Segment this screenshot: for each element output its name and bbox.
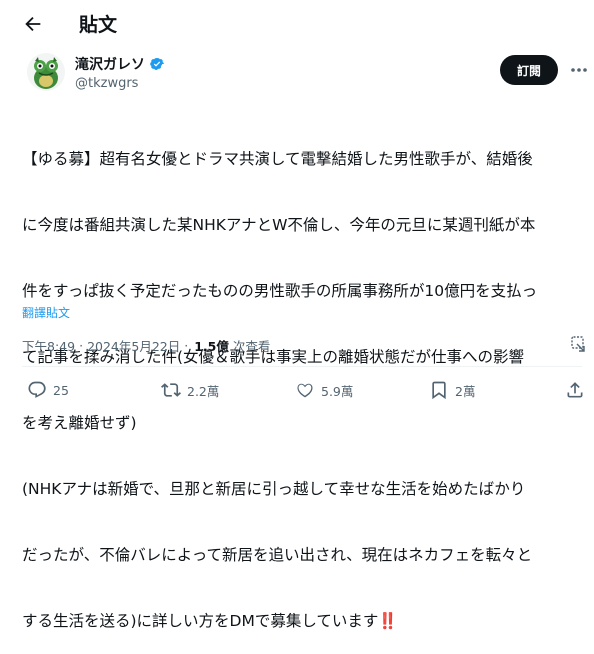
views-count: 1.5億: [194, 339, 229, 354]
meta-separator: ·: [79, 338, 84, 353]
bookmark-icon: [432, 381, 446, 400]
reply-count: 25: [53, 382, 69, 398]
post-meta: 下午8:49 · 2024年5月22日 · 1.5億 次查看: [22, 336, 270, 355]
post-time[interactable]: 下午8:49: [22, 336, 75, 355]
like-button[interactable]: 5.9萬: [295, 380, 353, 400]
translate-post-link[interactable]: 翻譯貼文: [22, 304, 70, 321]
author-name[interactable]: 滝沢ガレソ: [75, 54, 145, 74]
author-info: 滝沢ガレソ @tkzwgrs: [75, 54, 165, 91]
repost-count: 2.2萬: [187, 383, 220, 399]
repost-button[interactable]: 2.2萬: [161, 380, 219, 400]
author-handle[interactable]: @tkzwgrs: [75, 76, 165, 91]
avatar[interactable]: [27, 53, 65, 91]
subscribe-button[interactable]: 訂閱: [500, 55, 558, 85]
tweet-line: (NHKアナは新婚で、旦那と新居に引っ越して幸せな生活を始めたばかり: [22, 480, 526, 498]
tweet-line: 【ゆる募】超有名女優とドラマ共演して電撃結婚した男性歌手が、結婚後: [22, 150, 533, 168]
reply-icon: [28, 381, 46, 398]
repost-icon: [161, 383, 181, 397]
tweet-line: だったが、不倫バレによって新居を追い出され、現在はネカフェを転々と: [22, 546, 533, 564]
share-icon: [567, 382, 583, 398]
post-header: 貼文: [0, 0, 594, 48]
tweet-text: 【ゆる募】超有名女優とドラマ共演して電撃結婚した男性歌手が、結婚後 に今度は番組…: [22, 104, 582, 654]
reply-button[interactable]: 25: [27, 380, 69, 400]
tweet-line: に今度は番組共演した某NHKアナとW不倫し、今年の元旦に某週刊紙が本: [22, 216, 536, 234]
meta-separator: ·: [184, 338, 189, 353]
heart-icon: [297, 383, 313, 398]
bookmark-button[interactable]: 2萬: [429, 380, 475, 400]
tweet-line: する生活を送る)に詳しい方をDMで募集しています‼️: [22, 612, 398, 630]
post-date[interactable]: 2024年5月22日: [87, 336, 180, 355]
verified-badge-icon: [150, 58, 164, 70]
share-button[interactable]: [565, 380, 585, 400]
page-title: 貼文: [79, 14, 118, 36]
more-options-icon[interactable]: [570, 62, 588, 78]
tweet-line: 件をすっぱ抜く予定だったものの男性歌手の所属事務所が10億円を支払っ: [22, 282, 538, 300]
bookmark-count: 2萬: [455, 383, 476, 399]
back-arrow-icon[interactable]: [22, 13, 44, 35]
action-bar: 25 2.2萬 5.9萬 2萬: [0, 380, 594, 410]
views-label: 次查看: [232, 339, 271, 354]
grok-share-icon[interactable]: [570, 335, 588, 353]
divider: [22, 366, 582, 367]
like-count: 5.9萬: [321, 383, 354, 399]
